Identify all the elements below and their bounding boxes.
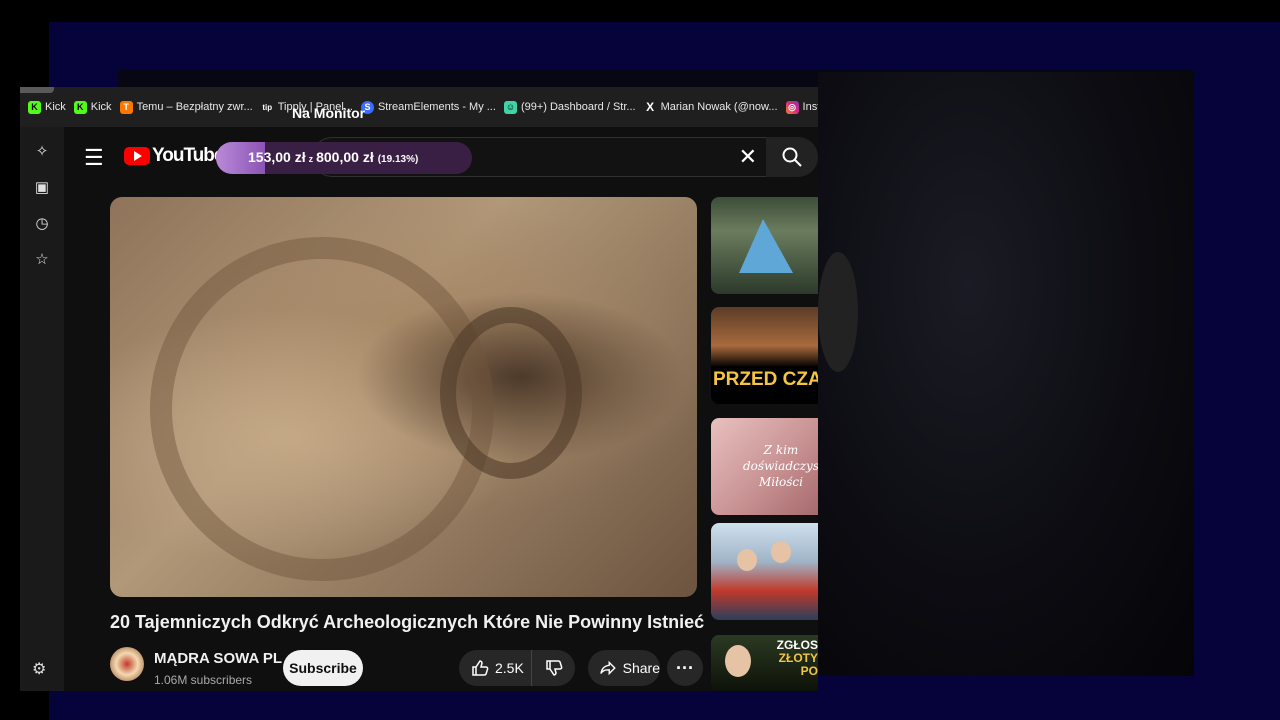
search-button[interactable] bbox=[766, 137, 818, 177]
thumbs-down-icon bbox=[545, 660, 563, 676]
bookmarks-bar: K Kick K Kick T Temu – Bezpłatny zwr... … bbox=[20, 87, 818, 127]
temu-icon: T bbox=[119, 100, 133, 114]
bookmark-temu[interactable]: T Temu – Bezpłatny zwr... bbox=[119, 100, 253, 114]
settings-gear-icon[interactable]: ⚙ bbox=[32, 659, 46, 679]
person-face-image bbox=[737, 549, 757, 571]
webcam-area bbox=[818, 72, 1194, 676]
search-icon bbox=[782, 147, 802, 167]
kick-icon: K bbox=[73, 100, 87, 114]
like-dislike-bar: 2.5K bbox=[459, 650, 575, 686]
browser-window: K Kick K Kick T Temu – Bezpłatny zwr... … bbox=[20, 87, 818, 691]
video-player[interactable] bbox=[110, 197, 697, 597]
youtube-page: ☰ YouTube PL a ✕ 153,00 złz800,00 zł(19.… bbox=[64, 127, 818, 691]
bookmark-kick-1[interactable]: K Kick bbox=[28, 100, 66, 114]
video-title: 20 Tajemniczych Odkryć Archeologicznych … bbox=[110, 612, 705, 632]
donation-goal-text: 153,00 zł z 800,00 zł (19.13%) bbox=[248, 149, 419, 165]
more-dots-icon: ··· bbox=[676, 657, 694, 678]
recommended-video-thumbnail[interactable]: Z kim doświadczys Miłości bbox=[711, 418, 818, 515]
instagram-icon: ◎ bbox=[785, 100, 799, 114]
share-button[interactable]: Share bbox=[588, 650, 660, 686]
youtube-play-icon bbox=[124, 147, 150, 165]
video-frame-carving bbox=[440, 307, 582, 479]
recommended-video-thumbnail[interactable] bbox=[711, 197, 818, 294]
stream-overlay-title: Na Monitor bbox=[292, 105, 366, 121]
x-icon: X bbox=[643, 100, 657, 114]
bookmark-instagram[interactable]: ◎ Instagra bbox=[785, 100, 818, 114]
subscriber-count: 1.06M subscribers bbox=[154, 673, 253, 687]
tent-image bbox=[739, 219, 793, 273]
clear-search-icon[interactable]: ✕ bbox=[739, 144, 757, 170]
sparkle-icon[interactable]: ✧ bbox=[32, 141, 52, 161]
favorites-icon[interactable]: ☆ bbox=[32, 249, 52, 269]
dislike-button[interactable] bbox=[532, 659, 575, 677]
menu-hamburger-icon[interactable]: ☰ bbox=[84, 145, 104, 171]
discord-dashboard-icon: ☺ bbox=[503, 100, 517, 114]
bookmark-streamelements[interactable]: S StreamElements - My ... bbox=[360, 100, 496, 114]
channel-name[interactable]: MĄDRA SOWA PL bbox=[154, 650, 282, 667]
recommended-video-thumbnail[interactable]: PRZED CZAS bbox=[711, 307, 818, 404]
history-icon[interactable]: ◷ bbox=[32, 213, 52, 233]
channel-avatar[interactable] bbox=[110, 647, 144, 681]
like-button[interactable]: 2.5K bbox=[459, 650, 533, 686]
bookmark-kick-2[interactable]: K Kick bbox=[73, 100, 112, 114]
more-actions-button[interactable]: ··· bbox=[667, 650, 703, 686]
thumbnail-caption: ZGŁOS ZŁOTY PO bbox=[776, 638, 818, 678]
recommended-video-thumbnail[interactable]: ZGŁOS ZŁOTY PO bbox=[711, 635, 818, 691]
tipply-icon: tip bbox=[260, 100, 274, 114]
thumbs-up-icon bbox=[472, 660, 489, 676]
kick-icon: K bbox=[28, 100, 41, 114]
save-page-icon[interactable]: ▣ bbox=[32, 177, 52, 197]
recommended-video-thumbnail[interactable] bbox=[711, 523, 818, 620]
webcam-person bbox=[818, 252, 858, 372]
subscribe-button[interactable]: Subscribe bbox=[283, 650, 363, 686]
person-face-image bbox=[771, 541, 791, 563]
person-face-image bbox=[725, 645, 751, 677]
share-arrow-icon bbox=[600, 660, 616, 676]
browser-sidebar: ✧ ▣ ◷ ☆ ⚙ bbox=[20, 127, 64, 691]
bookmark-x[interactable]: X Marian Nowak (@now... bbox=[643, 100, 778, 114]
bookmark-dashboard[interactable]: ☺ (99+) Dashboard / Str... bbox=[503, 100, 636, 114]
donation-goal-bar: 153,00 zł z 800,00 zł (19.13%) bbox=[216, 142, 472, 174]
